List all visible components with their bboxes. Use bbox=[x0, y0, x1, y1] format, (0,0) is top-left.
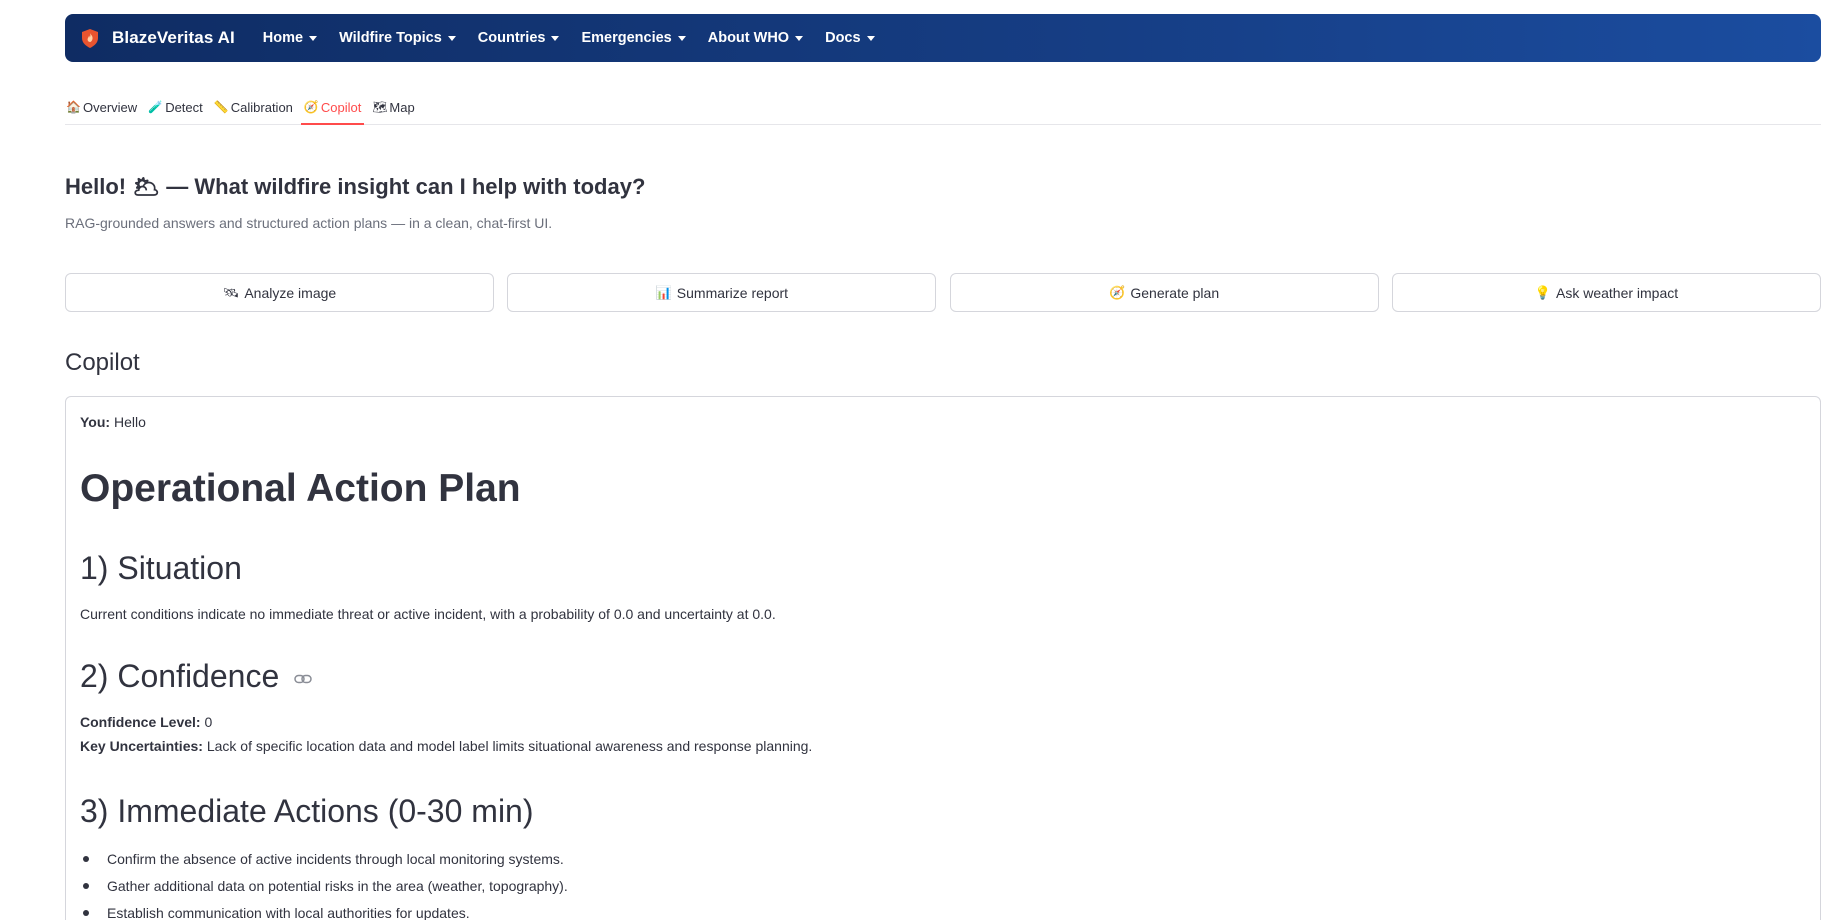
chat-transcript[interactable]: You: Hello Operational Action Plan 1) Si… bbox=[65, 396, 1821, 920]
tab-copilot[interactable]: 🧭 Copilot bbox=[300, 93, 365, 125]
summarize-report-button[interactable]: 📊 Summarize report bbox=[507, 273, 937, 312]
tab-bar: 🏠 Overview 🧪 Detect 📏 Calibration 🧭 Copi… bbox=[65, 93, 1821, 125]
link-icon[interactable] bbox=[294, 673, 312, 685]
caret-down-icon bbox=[309, 35, 318, 41]
house-icon: 🏠 bbox=[66, 100, 81, 114]
nav-wildfire-topics-label: Wildfire Topics bbox=[339, 30, 442, 46]
nav-home[interactable]: Home bbox=[262, 30, 318, 46]
confidence-level-label: Confidence Level: bbox=[80, 714, 201, 730]
shield-flame-icon bbox=[82, 28, 98, 48]
compass-icon: 🧭 bbox=[1109, 284, 1126, 300]
nav-countries-label: Countries bbox=[477, 30, 546, 46]
analyze-image-button[interactable]: 🛰 Analyze image bbox=[65, 273, 494, 312]
satellite-icon: 🛰 bbox=[222, 284, 240, 300]
tab-detect[interactable]: 🧪 Detect bbox=[147, 93, 204, 118]
analyze-image-label: Analyze image bbox=[244, 284, 337, 301]
tab-overview-label: Overview bbox=[83, 99, 138, 115]
nav-emergencies-label: Emergencies bbox=[581, 30, 672, 46]
tab-map-label: Map bbox=[389, 99, 415, 115]
immediate-actions-list: Confirm the absence of active incidents … bbox=[80, 849, 568, 920]
user-message-text: Hello bbox=[113, 414, 146, 430]
summarize-report-label: Summarize report bbox=[676, 284, 789, 301]
generate-plan-label: Generate plan bbox=[1130, 284, 1220, 301]
nav-emergencies[interactable]: Emergencies bbox=[581, 30, 686, 46]
ask-weather-impact-label: Ask weather impact bbox=[1555, 284, 1679, 301]
list-item: Confirm the absence of active incidents … bbox=[80, 849, 568, 876]
greeting-subtitle: RAG-grounded answers and structured acti… bbox=[65, 215, 553, 231]
test-tube-icon: 🧪 bbox=[148, 100, 164, 114]
caret-down-icon bbox=[677, 35, 686, 41]
top-navbar: BlazeVeritas AI Home Wildfire Topics Cou… bbox=[65, 14, 1821, 62]
confidence-level-value: 0 bbox=[204, 714, 213, 730]
quick-actions: 🛰 Analyze image 📊 Summarize report 🧭 Gen… bbox=[65, 273, 1821, 312]
user-message: You: Hello bbox=[80, 414, 146, 430]
tab-map[interactable]: 🗺 Map bbox=[371, 93, 415, 118]
tab-calibration[interactable]: 📏 Calibration bbox=[213, 93, 294, 118]
tab-detect-label: Detect bbox=[165, 99, 203, 115]
list-item: Gather additional data on potential risk… bbox=[80, 876, 568, 903]
caret-down-icon bbox=[866, 35, 875, 41]
lightbulb-icon: 💡 bbox=[1534, 284, 1551, 300]
bar-chart-icon: 📊 bbox=[655, 284, 672, 300]
copilot-section-title: Copilot bbox=[65, 349, 140, 376]
app-page: BlazeVeritas AI Home Wildfire Topics Cou… bbox=[0, 0, 1846, 920]
generate-plan-button[interactable]: 🧭 Generate plan bbox=[949, 273, 1379, 312]
greeting-heading: Hello! 🌥 — What wildfire insight can I h… bbox=[65, 174, 646, 199]
tab-copilot-label: Copilot bbox=[320, 99, 362, 115]
confidence-heading: 2) Confidence bbox=[80, 658, 280, 694]
map-icon: 🗺 bbox=[372, 100, 388, 114]
caret-down-icon bbox=[551, 35, 560, 41]
key-uncertainties-value: Lack of specific location data and model… bbox=[206, 738, 813, 754]
nav-wildfire-topics[interactable]: Wildfire Topics bbox=[339, 30, 456, 46]
situation-heading: 1) Situation bbox=[80, 550, 242, 586]
compass-icon: 🧭 bbox=[303, 100, 319, 114]
list-item: Establish communication with local autho… bbox=[80, 903, 568, 920]
brand[interactable]: BlazeVeritas AI bbox=[82, 28, 235, 48]
tab-calibration-label: Calibration bbox=[230, 99, 293, 115]
key-uncertainties: Key Uncertainties: Lack of specific loca… bbox=[80, 738, 812, 754]
confidence-heading-row: 2) Confidence bbox=[80, 658, 312, 695]
nav-about-who[interactable]: About WHO bbox=[707, 30, 804, 46]
user-prefix: You: bbox=[80, 414, 111, 430]
caret-down-icon bbox=[447, 35, 456, 41]
nav-about-who-label: About WHO bbox=[707, 30, 790, 46]
ruler-icon: 📏 bbox=[213, 100, 229, 114]
confidence-level: Confidence Level: 0 bbox=[80, 714, 212, 730]
nav-countries[interactable]: Countries bbox=[478, 30, 560, 46]
plan-title: Operational Action Plan bbox=[80, 467, 521, 510]
brand-name: BlazeVeritas AI bbox=[112, 28, 235, 47]
key-uncertainties-label: Key Uncertainties: bbox=[80, 738, 203, 754]
ask-weather-impact-button[interactable]: 💡 Ask weather impact bbox=[1391, 273, 1821, 312]
nav-docs[interactable]: Docs bbox=[825, 30, 875, 46]
caret-down-icon bbox=[795, 35, 804, 41]
tab-overview[interactable]: 🏠 Overview bbox=[65, 93, 138, 118]
immediate-actions-heading: 3) Immediate Actions (0-30 min) bbox=[80, 793, 534, 829]
nav-home-label: Home bbox=[262, 30, 304, 46]
nav-docs-label: Docs bbox=[825, 30, 861, 46]
situation-text: Current conditions indicate no immediate… bbox=[80, 606, 776, 622]
